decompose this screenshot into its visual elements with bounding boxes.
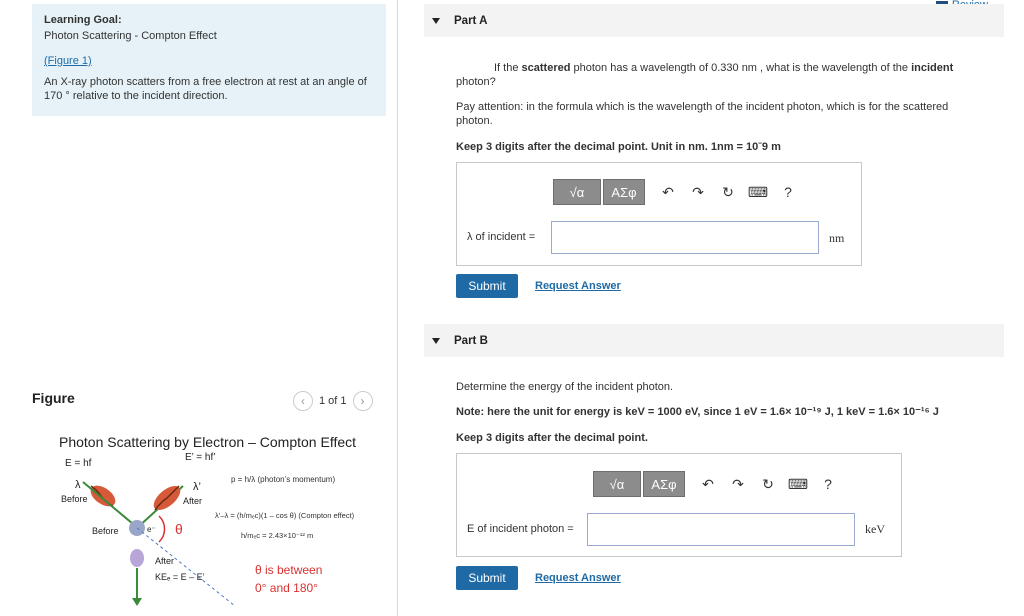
- keyboard-icon[interactable]: ⌨: [743, 184, 773, 201]
- label-ke: KEₑ = E – E’: [155, 572, 205, 582]
- theta-range-line2: 0° and 180°: [255, 581, 318, 595]
- part-a-input[interactable]: [551, 221, 819, 254]
- reference-line: [136, 527, 236, 607]
- label-lambda: λ: [75, 479, 81, 491]
- label-e-hf: E = hf: [65, 458, 92, 469]
- prev-figure-button[interactable]: ‹: [293, 391, 313, 411]
- part-a-instruction: Keep 3 digits after the decimal point. U…: [456, 141, 781, 153]
- theta-range-line1: θ is between: [255, 563, 322, 577]
- part-a-submit-button[interactable]: Submit: [456, 274, 518, 298]
- reset-icon[interactable]: ↻: [753, 476, 783, 493]
- help-icon[interactable]: ?: [813, 476, 843, 492]
- part-b-input[interactable]: [587, 513, 855, 546]
- formula-momentum: p = h/λ (photon’s momentum): [231, 475, 335, 484]
- redo-icon[interactable]: ↷: [683, 184, 713, 201]
- part-a-toolbar: √α ΑΣφ ↶ ↷ ↻ ⌨ ?: [553, 179, 803, 205]
- left-panel: Learning Goal: Photon Scattering - Compt…: [0, 0, 398, 616]
- figure-heading: Figure: [32, 390, 75, 406]
- part-b-answer-box: √α ΑΣφ ↶ ↷ ↻ ⌨ ? E of incident photon = …: [456, 453, 902, 557]
- incident-photon-wave: [82, 481, 134, 525]
- label-electron: e⁻: [147, 525, 156, 534]
- part-b-question: Determine the energy of the incident pho…: [456, 381, 674, 393]
- part-a-field-label: λ of incident =: [467, 231, 536, 243]
- part-b-label: Part B: [454, 334, 488, 347]
- label-after-electron: After: [155, 556, 174, 566]
- label-e-prime: E’ = hf’: [185, 452, 216, 463]
- theta-arc: [158, 515, 166, 543]
- figure-link[interactable]: (Figure 1): [44, 55, 92, 67]
- part-a-unit: nm: [829, 231, 845, 245]
- formula-compton: λ’–λ = (h/mₑc)(1 – cos θ) (Compton effec…: [215, 511, 355, 520]
- goal-description: An X-ray photon scatters from a free ele…: [44, 76, 367, 102]
- part-b-request-answer[interactable]: Request Answer: [535, 572, 621, 584]
- part-b-note: Note: here the unit for energy is keV = …: [456, 406, 939, 418]
- label-lambda-prime: λ’: [193, 481, 201, 493]
- part-a-question: If the scattered photon has a wavelength…: [494, 62, 954, 74]
- undo-icon[interactable]: ↶: [693, 476, 723, 493]
- label-after: After: [183, 496, 202, 506]
- keyboard-icon[interactable]: ⌨: [783, 476, 813, 493]
- compton-figure: Photon Scattering by Electron – Compton …: [55, 430, 375, 616]
- part-b-field-label: E of incident photon =: [467, 523, 574, 535]
- greek-button[interactable]: ΑΣφ: [643, 471, 685, 497]
- part-b-submit-button[interactable]: Submit: [456, 566, 518, 590]
- redo-icon[interactable]: ↷: [723, 476, 753, 493]
- next-figure-button[interactable]: ›: [352, 391, 373, 411]
- part-a-note: Pay attention: in the formula which is t…: [456, 101, 949, 127]
- formula-constant: h/mₑc = 2.43×10⁻¹² m: [241, 531, 313, 540]
- recoil-electron: [130, 549, 144, 567]
- part-a-header[interactable]: Part A: [424, 4, 1004, 37]
- greek-button[interactable]: ΑΣφ: [603, 179, 645, 205]
- goal-subtitle: Photon Scattering - Compton Effect: [44, 30, 217, 42]
- reset-icon[interactable]: ↻: [713, 184, 743, 201]
- pager-text: 1 of 1: [319, 395, 347, 407]
- part-b-instruction: Keep 3 digits after the decimal point.: [456, 432, 648, 444]
- label-before-electron: Before: [92, 526, 119, 536]
- part-a-question-end: photon?: [456, 76, 496, 88]
- part-b-header[interactable]: Part B: [424, 324, 1004, 357]
- collapse-triangle-icon: [432, 17, 440, 24]
- goal-title: Learning Goal:: [44, 14, 122, 26]
- compton-diagram: E = hf E’ = hf’ λ Before λ’ After Before…: [61, 452, 355, 607]
- part-b-toolbar: √α ΑΣφ ↶ ↷ ↻ ⌨ ?: [593, 471, 843, 497]
- figure-pager: ‹ 1 of 1 ›: [293, 391, 373, 411]
- undo-icon[interactable]: ↶: [653, 184, 683, 201]
- right-panel: Review Part A If the scattered photon ha…: [398, 0, 1024, 616]
- help-icon[interactable]: ?: [773, 184, 803, 200]
- label-before: Before: [61, 494, 88, 504]
- template-button[interactable]: √α: [593, 471, 641, 497]
- part-a-answer-box: √α ΑΣφ ↶ ↷ ↻ ⌨ ? λ of incident = nm: [456, 162, 862, 266]
- part-a-request-answer[interactable]: Request Answer: [535, 280, 621, 292]
- collapse-triangle-icon: [432, 337, 440, 344]
- label-theta: θ: [175, 521, 183, 537]
- part-b-unit: keV: [865, 522, 885, 536]
- template-button[interactable]: √α: [553, 179, 601, 205]
- part-a-label: Part A: [454, 14, 488, 27]
- learning-goal-box: Learning Goal: Photon Scattering - Compt…: [32, 4, 386, 116]
